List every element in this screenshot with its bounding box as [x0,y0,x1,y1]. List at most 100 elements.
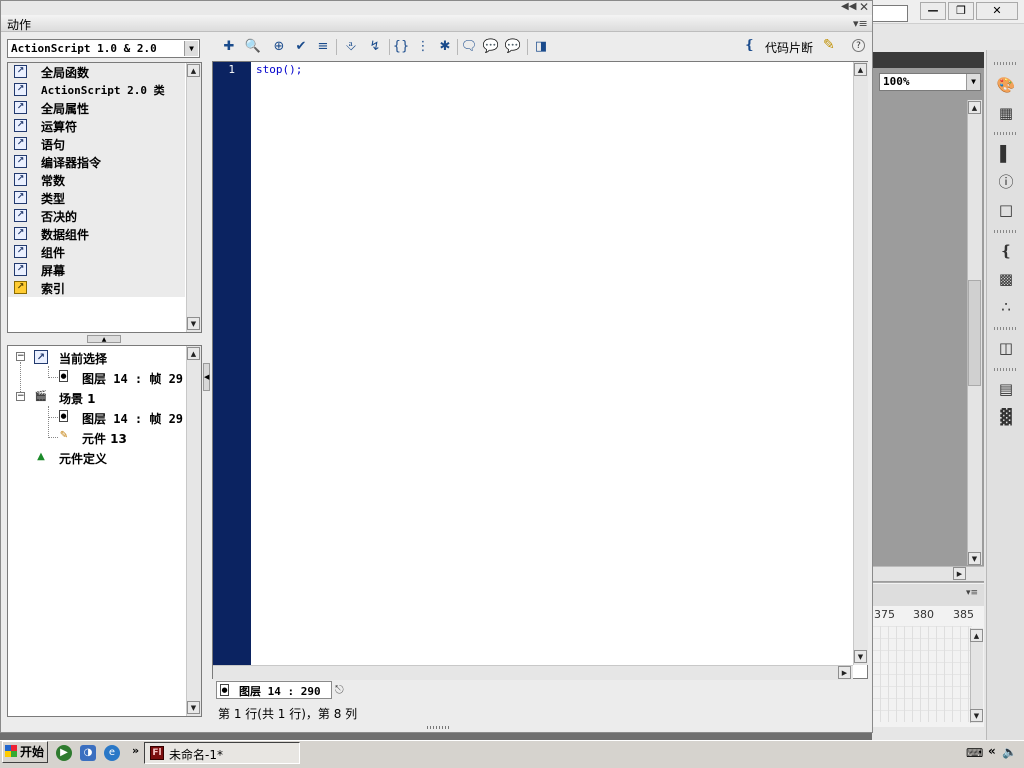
panel-menu-icon[interactable]: ▾≡ [966,588,978,598]
nav-current-frame[interactable]: 图层 14 : 帧 29 [82,370,183,390]
debug-options-icon[interactable]: ↯ [365,38,385,56]
nav-current-selection[interactable]: 当前选择 [59,350,107,370]
window-minimize-button[interactable]: — [920,2,946,20]
show-hide-toolbox-icon[interactable]: ◨ [531,38,551,56]
window-close-button[interactable]: ✕ [976,2,1018,20]
quick-launch-icon[interactable]: ◑ [80,745,96,761]
color-palette-icon[interactable]: 🎨 [995,74,1017,96]
scroll-up-icon[interactable]: ▲ [968,101,981,114]
scroll-right-icon[interactable]: ▶ [953,567,966,580]
quick-launch-chevron-icon[interactable]: » [132,744,139,757]
dock-grip[interactable] [994,230,1016,233]
scroll-up-icon[interactable]: ▲ [970,629,983,642]
collapse-selection-icon[interactable]: ⋮ [413,38,433,56]
scroll-up-icon[interactable]: ▲ [187,64,200,77]
apply-block-comment-icon[interactable]: 🗨 [459,38,479,56]
vertical-divider[interactable] [203,61,211,721]
panel-top-strip[interactable] [1,1,872,15]
toolbox-vertical-scrollbar[interactable] [186,63,201,332]
internet-explorer-icon[interactable]: e [104,745,120,761]
help-icon[interactable]: ? [852,39,865,52]
editor-vertical-scrollbar[interactable] [853,62,868,665]
code-text[interactable]: stop(); [256,63,302,76]
taskbar-window-button[interactable]: Fl 未命名-1* [144,742,300,764]
media-player-icon[interactable]: ▶ [56,745,72,761]
toolbox-item[interactable]: ↗ 索引 [8,279,185,297]
stage-scroll-thumb[interactable] [968,280,981,386]
components-icon[interactable]: ▩ [995,268,1017,290]
collapse-between-braces-icon[interactable]: {} [391,38,411,56]
toolbox-item[interactable]: ↗ 全局函数 [8,63,185,81]
project-icon[interactable]: ◫ [995,337,1017,359]
close-icon[interactable]: ✕ [859,0,869,14]
window-restore-button[interactable]: ❐ [948,2,974,20]
zoom-select[interactable]: 100% ▼ [879,73,981,91]
library-icon[interactable]: ▤ [995,378,1017,400]
chevron-down-icon[interactable]: ▼ [966,74,980,90]
toolbox-item[interactable]: ↗ 运算符 [8,117,185,135]
nav-symbol[interactable]: 元件 13 [82,430,127,450]
target-path-icon[interactable]: ⊕ [269,38,289,56]
apply-line-comment-icon[interactable]: 💬 [481,38,501,56]
transform-icon[interactable]: □ [995,199,1017,221]
find-icon[interactable]: 🔍 [243,38,263,56]
info-icon[interactable]: ⓘ [995,171,1017,193]
nav-scene[interactable]: 场景 1 [59,390,96,410]
nav-scene-frame[interactable]: 图层 14 : 帧 29 [82,410,183,430]
align-icon[interactable]: ▌ [995,143,1017,165]
toolbox-item[interactable]: ↗ 编译器指令 [8,153,185,171]
motion-presets-icon[interactable]: ∴ [995,296,1017,318]
stage-horizontal-scrollbar[interactable] [872,566,984,581]
auto-format-icon[interactable]: ≡ [313,38,333,56]
check-syntax-icon[interactable]: ✔ [291,38,311,56]
dock-grip[interactable] [994,62,1016,65]
add-item-icon[interactable]: ✚ [219,38,239,56]
timeline-frame-grid[interactable] [872,626,972,722]
code-snippets-button[interactable]: 代码片断 [765,39,813,56]
panel-resize-grip[interactable] [427,726,449,729]
nav-symbol-definitions[interactable]: 元件定义 [59,450,107,470]
scroll-up-icon[interactable]: ▲ [187,347,200,360]
toolbox-item[interactable]: ↗ 类型 [8,189,185,207]
scroll-right-icon[interactable]: ▶ [838,666,851,679]
scroll-down-icon[interactable]: ▼ [970,709,983,722]
panel-title-bar[interactable]: 动作 ▾≡ [1,15,872,32]
pane-split-handle[interactable]: ▲ [87,335,121,343]
toolbox-item[interactable]: ↗ 语句 [8,135,185,153]
collapse-toggle-icon[interactable]: − [16,392,25,401]
dock-grip[interactable] [994,132,1016,135]
toolbox-item[interactable]: ↗ 屏幕 [8,261,185,279]
scroll-down-icon[interactable]: ▼ [854,650,867,663]
keyboard-tray-icon[interactable]: ⌨ [966,746,983,760]
scroll-down-icon[interactable]: ▼ [968,552,981,565]
script-editor[interactable]: 1 stop(); ▲ ▼ ▶ [212,61,868,680]
chevron-down-icon[interactable]: ▼ [184,41,198,56]
toolbox-item[interactable]: ↗ ActionScript 2.0 类 [8,81,185,99]
code-snippets-icon[interactable]: ❴ [744,38,755,53]
speaker-icon[interactable]: 🔈 [1002,745,1017,759]
editor-horizontal-scrollbar[interactable] [213,665,853,680]
magic-wand-icon[interactable]: ✎ [823,37,835,53]
navigator-vertical-scrollbar[interactable] [186,346,201,716]
script-tab[interactable]: ● 图层 14 : 290 [216,681,332,699]
remove-comment-icon[interactable]: 💬 [503,38,523,56]
toolbox-item[interactable]: ↗ 数据组件 [8,225,185,243]
toolbox-item[interactable]: ↗ 全局属性 [8,99,185,117]
code-hint-icon[interactable]: ⎀ [341,38,361,56]
panel-menu-icon[interactable]: ▾≡ [853,17,868,30]
scroll-down-icon[interactable]: ▼ [187,701,200,714]
scroll-down-icon[interactable]: ▼ [187,317,200,330]
dock-grip[interactable] [994,368,1016,371]
expand-all-icon[interactable]: ✱ [435,38,455,56]
actionscript-version-select[interactable]: ActionScript 1.0 & 2.0 ▼ [7,39,200,58]
background-search-field[interactable] [872,5,908,22]
code-snippets-icon[interactable]: ❴ [995,240,1017,262]
scroll-up-icon[interactable]: ▲ [854,63,867,76]
collapse-panel-icon[interactable]: ◀◀ [841,1,856,12]
toolbox-item[interactable]: ↗ 否决的 [8,207,185,225]
toolbox-item[interactable]: ↗ 组件 [8,243,185,261]
books-icon[interactable]: ▓ [995,406,1017,428]
swatches-grid-icon[interactable]: ▦ [995,102,1017,124]
collapse-left-pane-icon[interactable]: ◀ [203,363,210,391]
dock-grip[interactable] [994,327,1016,330]
